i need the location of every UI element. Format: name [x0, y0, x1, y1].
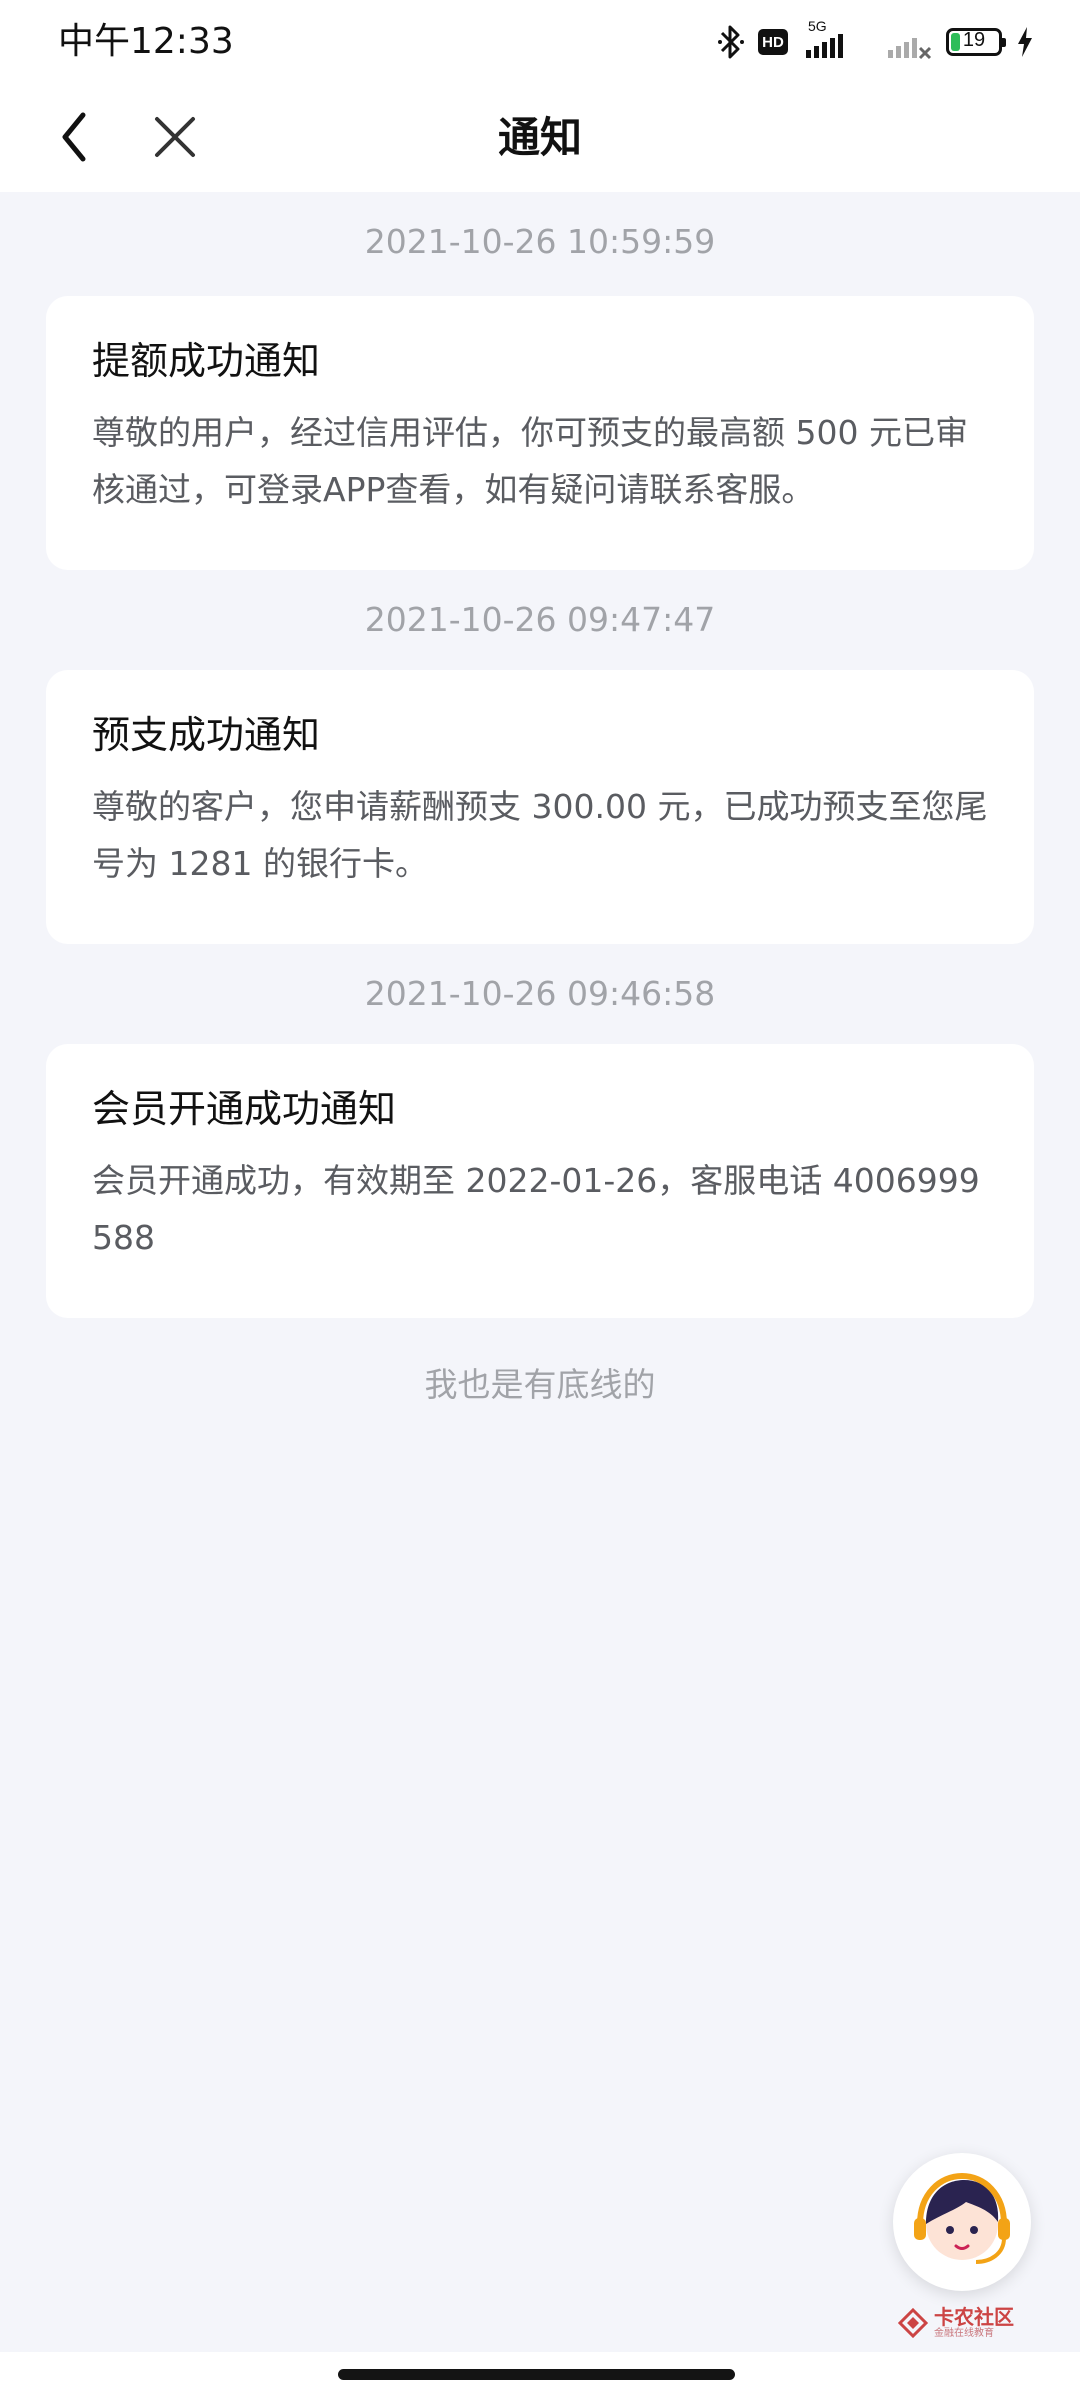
notification-title: 会员开通成功通知	[92, 1087, 397, 1131]
notification-body: 尊敬的客户，您申请薪酬预支 300.00 元，已成功预支至您尾号为 1281 的…	[92, 787, 988, 883]
status-bar: 中午12:33 HD 5G 19	[0, 0, 1080, 84]
battery-icon: 19	[946, 28, 1006, 56]
customer-service-avatar-icon	[914, 2172, 1010, 2264]
status-time: 中午12:33	[58, 21, 234, 62]
watermark-subtext: 金融在线教育	[934, 2328, 994, 2339]
header: 通知	[0, 84, 1080, 192]
notification-list: 2021-10-26 10:59:59 提额成功通知 尊敬的用户，经过信用评估，…	[0, 192, 1080, 1406]
notification-timestamp: 2021-10-26 09:47:47	[364, 600, 716, 639]
signal-sim2-icon	[886, 22, 932, 62]
notification-body: 会员开通成功，有效期至 2022-01-26，客服电话 4006999588	[92, 1161, 980, 1257]
battery-tip	[1002, 38, 1006, 47]
watermark: 卡农社区 金融在线教育	[898, 2306, 1014, 2340]
status-icons: HD 5G 19	[718, 18, 1034, 66]
notification-body: 尊敬的用户，经过信用评估，你可预支的最高额 500 元已审核通过，可登录APP查…	[92, 413, 968, 509]
hd-badge: HD	[758, 29, 788, 55]
notification-card[interactable]: 提额成功通知 尊敬的用户，经过信用评估，你可预支的最高额 500 元已审核通过，…	[46, 296, 1034, 570]
notification-timestamp: 2021-10-26 09:46:58	[364, 974, 716, 1013]
signal-5g-icon: 5G	[802, 18, 872, 62]
notification-card[interactable]: 预支成功通知 尊敬的客户，您申请薪酬预支 300.00 元，已成功预支至您尾号为…	[46, 670, 1034, 944]
battery-level: 19	[962, 29, 986, 51]
end-of-list-note: 我也是有底线的	[424, 1365, 656, 1404]
notification-title: 提额成功通知	[92, 339, 321, 383]
bluetooth-icon	[718, 24, 744, 60]
charging-icon	[1016, 26, 1034, 58]
watermark-logo-icon	[898, 2308, 928, 2338]
notification-title: 预支成功通知	[92, 713, 321, 757]
page-title: 通知	[497, 113, 582, 162]
notification-card[interactable]: 会员开通成功通知 会员开通成功，有效期至 2022-01-26，客服电话 400…	[46, 1044, 1034, 1318]
notification-timestamp: 2021-10-26 10:59:59	[364, 222, 716, 261]
home-indicator[interactable]	[338, 2369, 735, 2380]
watermark-text: 卡农社区	[934, 2305, 1014, 2329]
customer-service-button[interactable]	[893, 2153, 1031, 2291]
